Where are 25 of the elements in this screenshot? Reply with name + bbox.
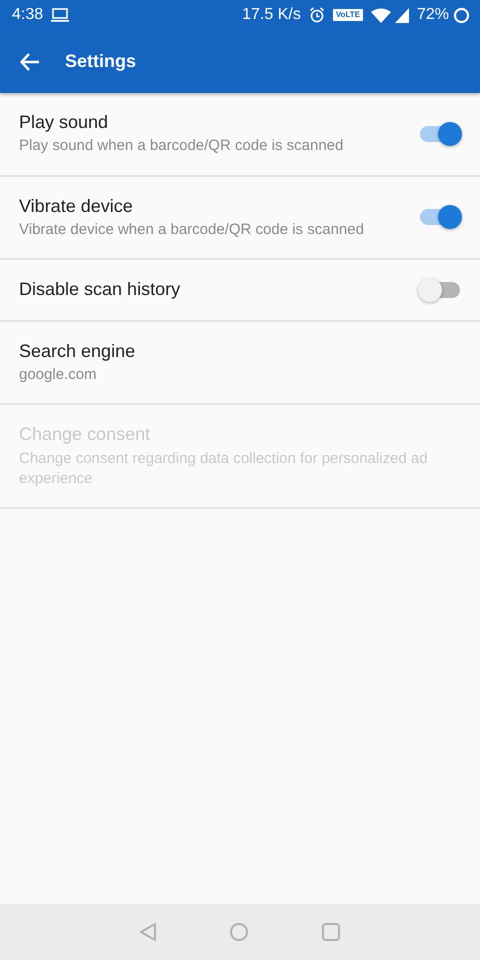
screen-title: Settings [65, 50, 136, 73]
setting-summary: Vibrate device when a barcode/QR code is scanned [19, 220, 365, 240]
status-time: 4:38 [12, 5, 44, 25]
settings-row[interactable]: Play sound Play sound when a barcode/QR code is scanned [0, 93, 480, 177]
setting-title: Vibrate device [19, 194, 134, 218]
battery-percent: 72% [416, 5, 449, 25]
back-arrow-icon[interactable] [20, 52, 40, 70]
battery-ring-icon [453, 6, 470, 24]
setting-summary: google.com [19, 365, 98, 386]
laptop-icon [51, 8, 70, 22]
settings-row[interactable]: Search engine google.com [0, 322, 480, 406]
setting-summary: Play sound when a barcode/QR code is scanned [19, 136, 344, 156]
alarm-icon [308, 7, 325, 23]
wifi-icon [370, 8, 391, 22]
recents-nav-icon[interactable] [321, 922, 341, 942]
settings-row[interactable]: Disable scan history [0, 260, 480, 322]
network-speed: 17.5 K/s [242, 5, 301, 25]
home-nav-icon[interactable] [229, 922, 249, 942]
back-nav-icon[interactable] [139, 922, 157, 942]
volte-badge: VoLTE [332, 9, 363, 21]
signal-icon [394, 8, 409, 22]
setting-title: Play sound [19, 111, 110, 134]
setting-title: Search engine [19, 340, 136, 363]
setting-title: Disable scan history [19, 278, 182, 302]
settings-row[interactable]: Vibrate device Vibrate device when a barcode/QR code is scanned [0, 176, 480, 260]
